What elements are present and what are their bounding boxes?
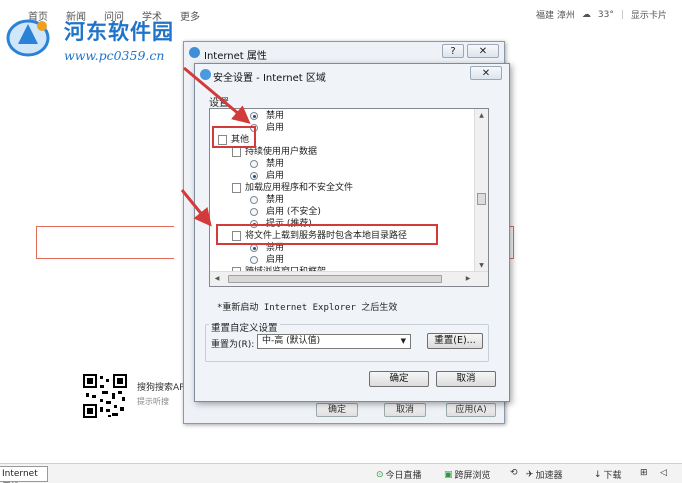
category-icon (232, 147, 241, 157)
scroll-thumb[interactable] (228, 275, 442, 283)
radio-option[interactable]: 禁用 (214, 158, 472, 170)
category-icon (232, 183, 241, 193)
radio-button[interactable] (250, 112, 258, 120)
shield-icon (200, 69, 211, 80)
accelerator-label: 加速器 (535, 471, 563, 481)
watermark-url: www.pc0359.cn (64, 48, 165, 63)
reset-level-value: 中-高 (默认值) (262, 336, 321, 346)
vertical-scrollbar[interactable]: ▲ ▼ (474, 109, 488, 272)
radio-button[interactable] (250, 244, 258, 252)
download-label: 下载 (603, 471, 622, 481)
settings-category: 加载应用程序和不安全文件 (214, 182, 472, 194)
weather-area: 福建 漳州 ☁ 33° | 显示卡片 (536, 8, 667, 22)
radio-option[interactable]: 启用 (214, 170, 472, 182)
reset-level-select[interactable]: 中-高 (默认值) ▼ (257, 334, 411, 349)
temperature-label: 33° (597, 9, 614, 20)
back-cancel-button[interactable]: 取消 (384, 403, 426, 417)
screen-icon: ▣ (444, 469, 453, 480)
live-label: 今日直播 (385, 471, 422, 481)
cross-screen-label: 跨屏浏览 (454, 471, 491, 481)
reset-button[interactable]: 重置(E)... (427, 333, 483, 349)
ok-button[interactable]: 确定 (369, 371, 429, 387)
live-button[interactable]: ⊙ 今日直播 (376, 468, 422, 482)
lightning-icon: ✈ (526, 469, 534, 480)
download-button[interactable]: ↓ 下载 (594, 468, 622, 482)
display-card-label[interactable]: 显示卡片 (631, 8, 667, 21)
settings-label: 设置 (209, 98, 229, 109)
scroll-thumb[interactable] (477, 193, 486, 205)
taskbar-tab[interactable]: Internet 属性 (0, 466, 48, 482)
watermark-title: 河东软件园 (64, 19, 174, 44)
watermark-logo-icon (6, 19, 50, 57)
scroll-left-icon[interactable]: ◀ (210, 272, 224, 286)
reset-group-label: 重置自定义设置 (209, 320, 280, 334)
callout-upload-path (216, 224, 438, 245)
cloud-icon: ☁ (581, 9, 591, 20)
accelerator-button[interactable]: ✈ 加速器 (526, 468, 563, 482)
restart-note: *重新启动 Internet Explorer 之后生效 (217, 303, 398, 313)
download-icon: ↓ (594, 469, 602, 480)
chevron-down-icon: ▼ (400, 337, 406, 345)
row-label: 禁用 (266, 195, 285, 205)
row-label: 启用 (不安全) (266, 207, 321, 217)
dialog-title: Internet 属性 (204, 51, 267, 62)
close-button[interactable]: ✕ (470, 66, 502, 80)
location-label[interactable]: 福建 漳州 (536, 8, 575, 21)
qr-code-icon (82, 373, 128, 419)
row-label: 启用 (266, 255, 285, 265)
scroll-up-icon[interactable]: ▲ (475, 109, 488, 122)
close-button[interactable]: ✕ (467, 44, 499, 58)
back-apply-button[interactable]: 应用(A) (446, 403, 496, 417)
radio-button[interactable] (250, 196, 258, 204)
divider: | (620, 9, 624, 20)
promo-subtitle: 提示听搜 (137, 397, 169, 406)
sound-icon[interactable]: ◁ (660, 468, 667, 478)
back-ok-button[interactable]: 确定 (316, 403, 358, 417)
refresh-icon[interactable]: ⟲ (510, 468, 518, 478)
cross-screen-button[interactable]: ▣ 跨屏浏览 (444, 468, 491, 482)
horizontal-scrollbar[interactable]: ◀ ▶ (210, 271, 488, 286)
dialog-title: 安全设置 - Internet 区域 (213, 73, 326, 84)
row-label: 禁用 (266, 111, 285, 121)
status-bar: Internet 属性 ⊙今日直播 ▣跨屏浏览 ⟲ ✈加速器 ↓下载 ⊞ ◁ (0, 463, 682, 483)
radio-option[interactable]: 启用 (不安全) (214, 206, 472, 218)
radio-button[interactable] (250, 172, 258, 180)
nav-more[interactable]: 更多 (180, 8, 200, 23)
window-icon[interactable]: ⊞ (640, 468, 648, 478)
internet-icon (189, 47, 200, 58)
help-button[interactable]: ? (442, 44, 464, 58)
radio-button[interactable] (250, 256, 258, 264)
radio-option[interactable]: 禁用 (214, 110, 472, 122)
radio-option[interactable]: 启用 (214, 254, 472, 266)
radio-option[interactable]: 禁用 (214, 194, 472, 206)
row-label: 启用 (266, 171, 285, 181)
row-label: 禁用 (266, 159, 285, 169)
search-box[interactable] (36, 226, 174, 259)
reset-to-label: 重置为(R): (211, 340, 255, 350)
row-label: 启用 (266, 123, 285, 133)
scroll-right-icon[interactable]: ▶ (461, 272, 475, 286)
radio-button[interactable] (250, 208, 258, 216)
radio-button[interactable] (250, 160, 258, 168)
row-label: 加载应用程序和不安全文件 (245, 183, 354, 193)
cancel-button[interactable]: 取消 (436, 371, 496, 387)
callout-other-category (212, 126, 256, 148)
play-icon: ⊙ (376, 469, 384, 480)
